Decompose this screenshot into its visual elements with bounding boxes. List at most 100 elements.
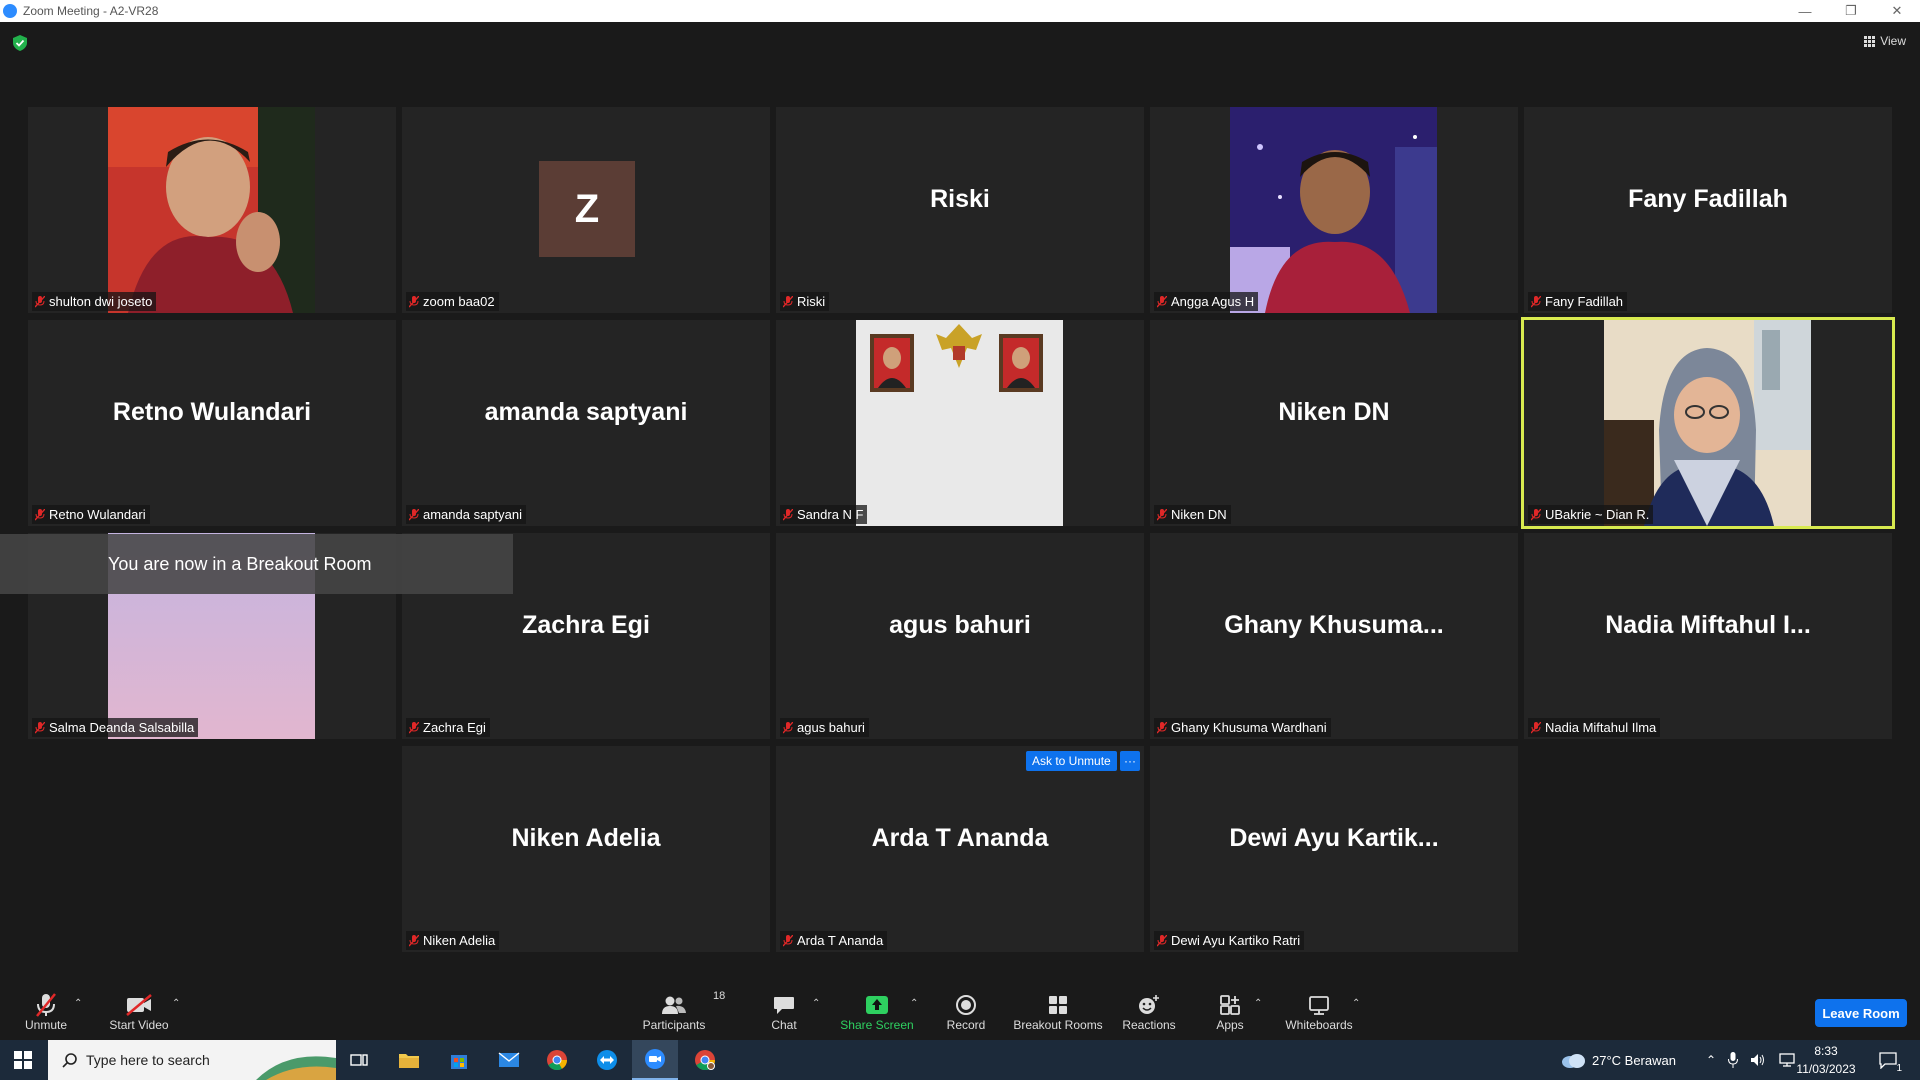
video-tile[interactable]: Angga Agus H	[1150, 107, 1518, 313]
chrome-button[interactable]	[534, 1040, 580, 1080]
file-explorer-button[interactable]	[386, 1040, 432, 1080]
zoom-taskbar-button[interactable]	[632, 1040, 678, 1080]
mail-button[interactable]	[486, 1040, 532, 1080]
start-button[interactable]	[0, 1040, 46, 1080]
participant-name-label: Niken DN	[1154, 505, 1231, 524]
chrome-profile-icon	[695, 1050, 716, 1071]
video-tile[interactable]: shulton dwi joseto	[28, 107, 396, 313]
security-shield-icon[interactable]	[12, 34, 28, 52]
video-tile[interactable]: agus bahuri agus bahuri	[776, 533, 1144, 739]
video-tile[interactable]: Dewi Ayu Kartik... Dewi Ayu Kartiko Ratr…	[1150, 746, 1518, 952]
participant-big-name: Niken DN	[1278, 398, 1390, 426]
whiteboards-options-chevron-icon[interactable]: ⌃	[1352, 998, 1360, 1009]
video-tile[interactable]: Z zoom baa02	[402, 107, 770, 313]
teamviewer-button[interactable]	[584, 1040, 630, 1080]
window-titlebar: Zoom Meeting - A2-VR28 — ❐ ✕	[0, 0, 1920, 22]
muted-mic-icon	[409, 721, 419, 733]
video-tile[interactable]: Sandra N F	[776, 320, 1144, 526]
video-tile[interactable]: Niken Adelia Niken Adelia	[402, 746, 770, 952]
muted-mic-icon	[783, 295, 793, 307]
participant-name-label: Niken Adelia	[406, 931, 500, 950]
notification-icon	[1879, 1052, 1897, 1069]
participant-big-name: agus bahuri	[889, 611, 1031, 639]
audio-options-chevron-icon[interactable]: ⌃	[74, 998, 82, 1009]
cloud-icon	[1562, 1054, 1585, 1068]
participant-name-label: shulton dwi joseto	[32, 292, 157, 311]
muted-mic-icon	[1531, 295, 1541, 307]
ask-to-unmute-button[interactable]: Ask to Unmute	[1026, 751, 1117, 771]
windows-taskbar: Type here to search 27°C Berawan ⌃ 8:33 …	[0, 1040, 1920, 1080]
search-highlight-image	[256, 1056, 336, 1080]
participants-count: 18	[713, 990, 726, 1002]
speaker-icon[interactable]	[1750, 1053, 1766, 1067]
close-button[interactable]: ✕	[1874, 0, 1920, 22]
weather-widget[interactable]: 27°C Berawan	[1560, 1040, 1676, 1080]
video-tile[interactable]: Arda T Ananda Arda T Ananda	[776, 746, 1144, 952]
search-placeholder: Type here to search	[86, 1052, 210, 1068]
leave-room-button[interactable]: Leave Room	[1815, 999, 1907, 1027]
store-button[interactable]	[436, 1040, 482, 1080]
participant-video	[108, 107, 315, 313]
muted-mic-icon	[35, 295, 45, 307]
clock-time: 8:33	[1814, 1044, 1838, 1058]
meeting-toolbar: Unmute ⌃ Start Video ⌃ 18 Participants C…	[0, 984, 1920, 1040]
participant-big-name: Niken Adelia	[511, 824, 661, 852]
participant-big-name: Dewi Ayu Kartik...	[1229, 824, 1439, 852]
view-button[interactable]: View	[1864, 34, 1906, 48]
chat-options-chevron-icon[interactable]: ⌃	[812, 998, 820, 1009]
muted-mic-icon	[1157, 508, 1167, 520]
teamviewer-icon	[597, 1050, 617, 1070]
participants-button[interactable]: 18 Participants	[638, 984, 726, 1040]
video-tile[interactable]: Riski Riski	[776, 107, 1144, 313]
participant-name-label: zoom baa02	[406, 292, 499, 311]
tray-chevron-icon[interactable]: ⌃	[1706, 1053, 1716, 1067]
unmute-button[interactable]: Unmute	[18, 984, 74, 1040]
participant-name-label: Nadia Miftahul Ilma	[1528, 718, 1661, 737]
microphone-icon[interactable]	[1728, 1052, 1739, 1068]
participant-name-label: agus bahuri	[780, 718, 869, 737]
more-options-button[interactable]: ···	[1120, 751, 1140, 771]
video-tile[interactable]: Retno Wulandari Retno Wulandari	[28, 320, 396, 526]
video-tile[interactable]: Ghany Khusuma... Ghany Khusuma Wardhani	[1150, 533, 1518, 739]
notification-count: 1	[1896, 1063, 1902, 1074]
task-view-button[interactable]	[336, 1040, 382, 1080]
chrome-profile-button[interactable]	[682, 1040, 728, 1080]
apps-options-chevron-icon[interactable]: ⌃	[1254, 998, 1262, 1009]
participant-big-name: Retno Wulandari	[112, 398, 312, 426]
share-screen-button[interactable]: Share Screen	[838, 984, 916, 1040]
participant-name-label: UBakrie ~ Dian R.	[1528, 505, 1654, 524]
reactions-button[interactable]: Reactions	[1120, 984, 1178, 1040]
muted-mic-icon	[1157, 295, 1167, 307]
restore-button[interactable]: ❐	[1828, 0, 1874, 22]
minimize-button[interactable]: —	[1782, 0, 1828, 22]
muted-mic-icon	[783, 508, 793, 520]
participant-big-name: amanda saptyani	[484, 398, 688, 426]
notification-center-button[interactable]: 1	[1868, 1040, 1908, 1080]
record-button[interactable]: Record	[942, 984, 990, 1040]
search-icon	[62, 1053, 77, 1068]
breakout-rooms-icon	[1049, 996, 1067, 1014]
participant-name-label: amanda saptyani	[406, 505, 527, 524]
video-off-icon	[126, 994, 152, 1016]
video-tile[interactable]: Nadia Miftahul I... Nadia Miftahul Ilma	[1524, 533, 1892, 739]
breakout-rooms-button[interactable]: Breakout Rooms	[1012, 984, 1104, 1040]
chat-button[interactable]: Chat	[758, 984, 810, 1040]
whiteboards-button[interactable]: Whiteboards	[1282, 984, 1356, 1040]
video-tile[interactable]: Fany Fadillah Fany Fadillah	[1524, 107, 1892, 313]
start-video-button[interactable]: Start Video	[104, 984, 174, 1040]
apps-button[interactable]: Apps	[1208, 984, 1252, 1040]
taskbar-clock[interactable]: 8:33 11/03/2023	[1790, 1042, 1862, 1078]
participant-name-label: Arda T Ananda	[780, 931, 888, 950]
participant-name-label: Dewi Ayu Kartiko Ratri	[1154, 931, 1305, 950]
participant-virtual-background	[856, 320, 1063, 526]
share-options-chevron-icon[interactable]: ⌃	[910, 998, 918, 1009]
windows-logo-icon	[14, 1051, 32, 1069]
taskbar-search-box[interactable]: Type here to search	[48, 1040, 336, 1080]
video-tile[interactable]: Niken DN Niken DN	[1150, 320, 1518, 526]
avatar: Z	[539, 161, 635, 257]
muted-mic-icon	[35, 721, 45, 733]
clock-date: 11/03/2023	[1796, 1062, 1856, 1076]
video-options-chevron-icon[interactable]: ⌃	[172, 998, 180, 1009]
active-speaker-tile[interactable]: UBakrie ~ Dian R.	[1521, 317, 1895, 529]
video-tile[interactable]: amanda saptyani amanda saptyani	[402, 320, 770, 526]
